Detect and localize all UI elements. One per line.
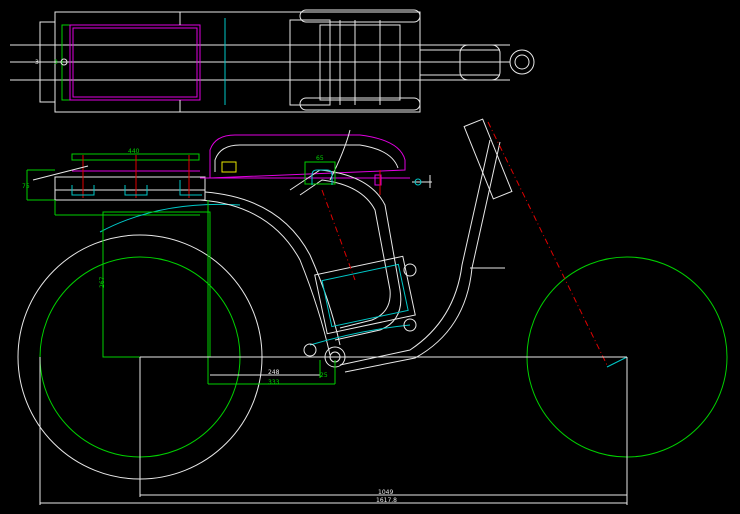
dim-battery-width: 65 xyxy=(316,155,324,162)
dim-overall-length: 1617.8 xyxy=(376,497,397,504)
dim-rack-height: 75 xyxy=(22,183,30,190)
frame: 65 xyxy=(199,118,513,373)
seat-post-centerline xyxy=(321,189,356,281)
cad-drawing-canvas[interactable]: 3 3 440 75 65 267 248 333 25 1049 1617.8 xyxy=(0,0,740,514)
dim-outer-width: 333 xyxy=(268,379,280,386)
rear-rack: 440 75 xyxy=(22,148,241,233)
dim-wheelbase: 1049 xyxy=(378,489,393,496)
steering-axis-centerline xyxy=(487,121,608,366)
fork-offset-line xyxy=(606,356,628,368)
dim-pivot-offset: 25 xyxy=(320,372,328,379)
dim-top-left-b: 3 xyxy=(54,59,58,66)
dim-rack-length: 440 xyxy=(128,148,140,155)
top-plan-view: 3 3 xyxy=(10,9,535,113)
dim-top-left-a: 3 xyxy=(35,59,39,66)
dim-frame-height: 267 xyxy=(99,276,106,288)
dim-inner-width: 248 xyxy=(268,369,280,376)
